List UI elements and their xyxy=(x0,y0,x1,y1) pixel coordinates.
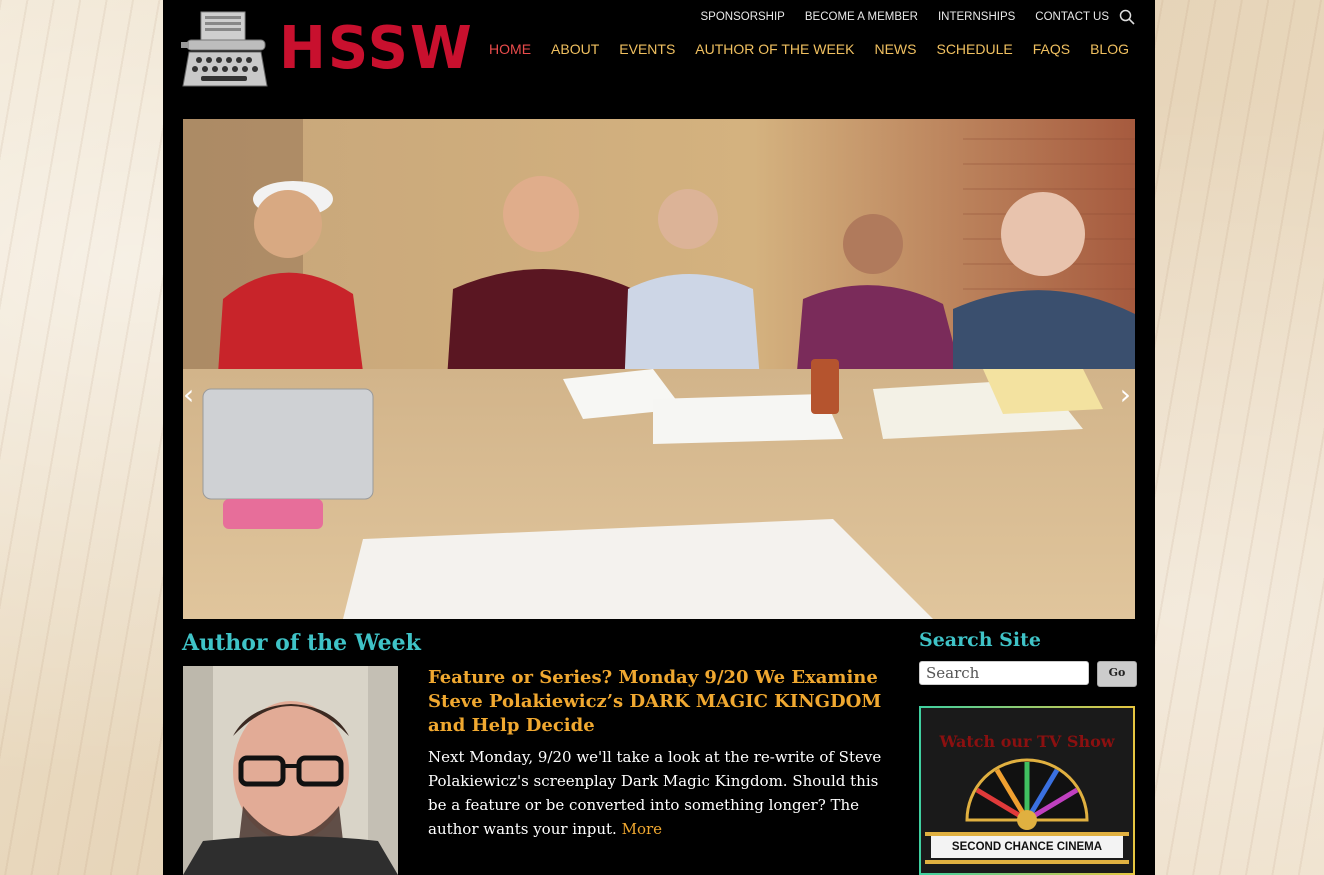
search-input[interactable] xyxy=(919,661,1089,685)
hero-photo xyxy=(183,119,1135,619)
nav-author-of-the-week[interactable]: AUTHOR OF THE WEEK xyxy=(695,41,854,57)
more-link[interactable]: More xyxy=(622,820,662,838)
main-nav: HOME ABOUT EVENTS AUTHOR OF THE WEEK NEW… xyxy=(469,41,1129,57)
utility-item-internships[interactable]: INTERNSHIPS xyxy=(938,11,1015,23)
author-of-the-week-heading: Author of the Week xyxy=(182,630,421,656)
post-title-link[interactable]: Feature or Series? Monday 9/20 We Examin… xyxy=(428,666,898,738)
nav-news[interactable]: NEWS xyxy=(874,41,916,57)
nav-blog[interactable]: BLOG xyxy=(1090,41,1129,57)
author-photo xyxy=(183,666,398,875)
utility-item-become-member[interactable]: BECOME A MEMBER xyxy=(805,11,918,23)
chevron-left-icon[interactable]: ‹ xyxy=(183,381,194,409)
nav-events[interactable]: EVENTS xyxy=(619,41,675,57)
chevron-right-icon[interactable]: › xyxy=(1120,381,1131,409)
typewriter-icon xyxy=(181,11,268,87)
go-button[interactable]: Go xyxy=(1097,661,1137,687)
tv-show-promo[interactable]: Watch our TV Show SECOND CHANCE CINEMA xyxy=(919,706,1135,875)
nav-about[interactable]: ABOUT xyxy=(551,41,599,57)
logo-wordmark: HSSW xyxy=(279,14,474,83)
hero-slideshow[interactable]: ‹ › xyxy=(183,119,1135,619)
nav-schedule[interactable]: SCHEDULE xyxy=(936,41,1012,57)
utility-nav: SPONSORSHIP BECOME A MEMBER INTERNSHIPS … xyxy=(681,9,1136,25)
site-logo[interactable]: HSSW xyxy=(179,8,472,92)
nav-home[interactable]: HOME xyxy=(489,41,531,57)
nav-faqs[interactable]: FAQS xyxy=(1033,41,1070,57)
search-icon[interactable] xyxy=(1119,9,1135,25)
utility-item-sponsorship[interactable]: SPONSORSHIP xyxy=(701,11,785,23)
utility-item-contact[interactable]: CONTACT US xyxy=(1035,11,1109,23)
page-container: HSSW SPONSORSHIP BECOME A MEMBER INTERNS… xyxy=(163,0,1155,875)
search-site-heading: Search Site xyxy=(919,629,1041,651)
tv-promo-marquee: SECOND CHANCE CINEMA xyxy=(931,836,1123,858)
post-excerpt: Next Monday, 9/20 we'll take a look at t… xyxy=(428,745,893,841)
